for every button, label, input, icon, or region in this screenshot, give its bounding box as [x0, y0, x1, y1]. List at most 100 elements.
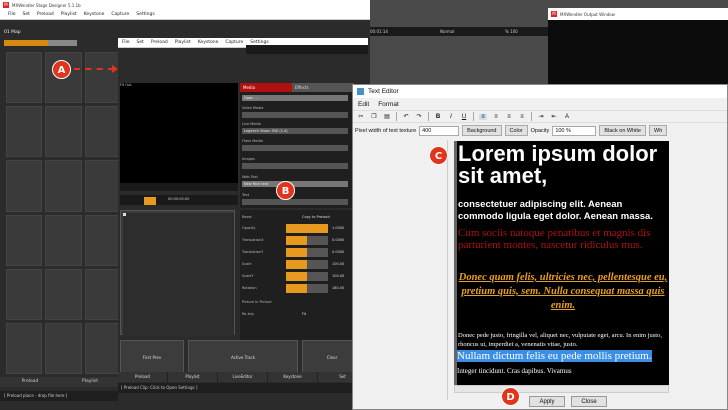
prop-video-media[interactable] — [242, 112, 348, 118]
slider-row[interactable]: Rotation 180.00 — [242, 284, 352, 293]
white-on-black-button[interactable]: Wh — [649, 125, 668, 136]
justify-icon[interactable]: ≡ — [518, 114, 526, 120]
tab-preload[interactable]: Preload — [118, 372, 168, 382]
background-button[interactable]: Background — [462, 125, 502, 136]
apply-button[interactable]: Apply — [529, 396, 565, 407]
slider-track[interactable] — [286, 224, 328, 233]
prop-web-text[interactable]: New Rich text — [242, 181, 348, 187]
tab-effects[interactable]: Effects — [292, 83, 354, 92]
text-canvas[interactable]: Lorem ipsum dolor sit amet, consectetuer… — [454, 141, 669, 385]
clip-slot[interactable] — [84, 268, 121, 320]
slider-track[interactable] — [286, 260, 328, 269]
black-on-white-button[interactable]: Black on White — [599, 125, 646, 136]
clip-slot[interactable] — [6, 52, 43, 104]
preload-drop-zone[interactable]: [ Preload place - drop file here ] — [0, 391, 120, 401]
stage-canvas[interactable] — [120, 210, 235, 336]
first-prev-button[interactable]: First Prev — [120, 340, 184, 374]
clip-timebar[interactable]: 00:00:00:00 — [120, 195, 238, 205]
preload-clip-status[interactable]: [ Preload Clip: Click to Open Settings ] — [118, 383, 368, 393]
slider-track[interactable] — [286, 272, 328, 281]
tab-live-editor[interactable]: LiveEditor — [218, 372, 268, 382]
clip-slot[interactable] — [84, 52, 121, 104]
clip-slot[interactable] — [84, 214, 121, 266]
clip-slot[interactable] — [45, 214, 82, 266]
clip-slot[interactable] — [6, 214, 43, 266]
clip-slot[interactable] — [6, 268, 43, 320]
clip-slot[interactable] — [45, 322, 82, 374]
menu-set[interactable]: Set — [23, 12, 30, 17]
layer-progress-bar[interactable] — [4, 40, 77, 46]
clip-slot[interactable] — [6, 322, 43, 374]
slider-row[interactable]: Re-trip Fit — [242, 310, 352, 319]
slider-track[interactable] — [286, 248, 328, 257]
slider-row[interactable]: ScaleY 100.00 — [242, 272, 352, 281]
bold-icon[interactable]: B — [434, 114, 442, 120]
open-button[interactable]: Open ... — [242, 95, 348, 101]
menu-file[interactable]: File — [122, 40, 130, 45]
close-button[interactable]: Close — [571, 396, 607, 407]
copy-to-preload-button[interactable]: Copy to Preload — [302, 215, 330, 219]
menu-preload[interactable]: Preload — [151, 40, 168, 45]
font-icon[interactable]: A — [563, 114, 571, 120]
menu-set[interactable]: Set — [137, 40, 144, 45]
corner-handle[interactable] — [123, 213, 126, 216]
timebar-marker[interactable] — [144, 197, 156, 205]
prop-live-media[interactable]: Logitech Vision 930 (1.4) — [242, 128, 348, 134]
underline-icon[interactable]: U — [460, 114, 468, 120]
align-right-icon[interactable]: ≡ — [505, 114, 513, 120]
cut-icon[interactable]: ✂ — [357, 113, 365, 120]
opacity-input[interactable]: 100 % — [552, 125, 597, 136]
tab-media[interactable]: Media — [240, 83, 292, 92]
undo-icon[interactable]: ↶ — [402, 113, 410, 120]
copy-icon[interactable]: ❐ — [370, 113, 378, 120]
slider-track[interactable] — [286, 284, 328, 293]
tab-playlist[interactable]: Playlist — [168, 372, 218, 382]
clip-slot[interactable] — [6, 106, 43, 158]
slider-track[interactable] — [286, 236, 328, 245]
menu-playlist[interactable]: Playlist — [175, 40, 191, 45]
clip-slot[interactable] — [45, 106, 82, 158]
align-left-icon[interactable]: ≡ — [479, 113, 487, 120]
menu-capture[interactable]: Capture — [111, 12, 129, 17]
clip-slot[interactable] — [45, 268, 82, 320]
menu-preload[interactable]: Preload — [37, 12, 54, 17]
tab-playlist[interactable]: Playlist — [60, 377, 120, 387]
tab-keystone[interactable]: Keystone — [268, 372, 318, 382]
slider-row[interactable]: TranslationX 0.0000 — [242, 236, 352, 245]
horizontal-scrollbar[interactable] — [454, 385, 669, 393]
reset-button[interactable]: Reset — [242, 215, 252, 219]
active-track-button[interactable]: Active Track — [188, 340, 298, 374]
color-button[interactable]: Color — [504, 125, 528, 136]
menu-settings[interactable]: Settings — [136, 12, 154, 17]
prop-text[interactable] — [242, 199, 348, 205]
menu-capture[interactable]: Capture — [225, 40, 243, 45]
clip-preview[interactable] — [120, 83, 238, 183]
slider-row[interactable]: Opacity 1.0000 — [242, 224, 352, 233]
slider-row[interactable]: Picture In Picture — [242, 298, 352, 307]
italic-icon[interactable]: I — [447, 114, 455, 120]
menu-playlist[interactable]: Playlist — [61, 12, 77, 17]
slider-row[interactable]: TranslationY 0.0000 — [242, 248, 352, 257]
clip-slot[interactable] — [6, 160, 43, 212]
clip-slot[interactable] — [45, 160, 82, 212]
align-center-icon[interactable]: ≡ — [492, 114, 500, 120]
paste-icon[interactable]: ▤ — [383, 113, 391, 120]
transport-controls[interactable] — [120, 183, 238, 191]
clip-slot[interactable] — [84, 106, 121, 158]
selected-text[interactable]: Nullam dictum felis eu pede mollis preti… — [457, 350, 652, 362]
clip-slot[interactable] — [84, 322, 121, 374]
slider-row[interactable]: Scale 100.00 — [242, 260, 352, 269]
menu-keystone[interactable]: Keystone — [84, 12, 105, 17]
menu-keystone[interactable]: Keystone — [198, 40, 219, 45]
clip-slot[interactable] — [84, 160, 121, 212]
indent-icon[interactable]: ⇥ — [537, 113, 545, 120]
prop-images[interactable] — [242, 163, 348, 169]
menu-format[interactable]: Format — [378, 101, 399, 108]
texture-width-input[interactable]: 400 — [419, 125, 460, 136]
tab-preload[interactable]: Preload — [0, 377, 60, 387]
redo-icon[interactable]: ↷ — [415, 113, 423, 120]
menu-file[interactable]: File — [8, 12, 16, 17]
outdent-icon[interactable]: ⇤ — [550, 113, 558, 120]
prop-flash-media[interactable] — [242, 145, 348, 151]
menu-edit[interactable]: Edit — [358, 101, 369, 108]
